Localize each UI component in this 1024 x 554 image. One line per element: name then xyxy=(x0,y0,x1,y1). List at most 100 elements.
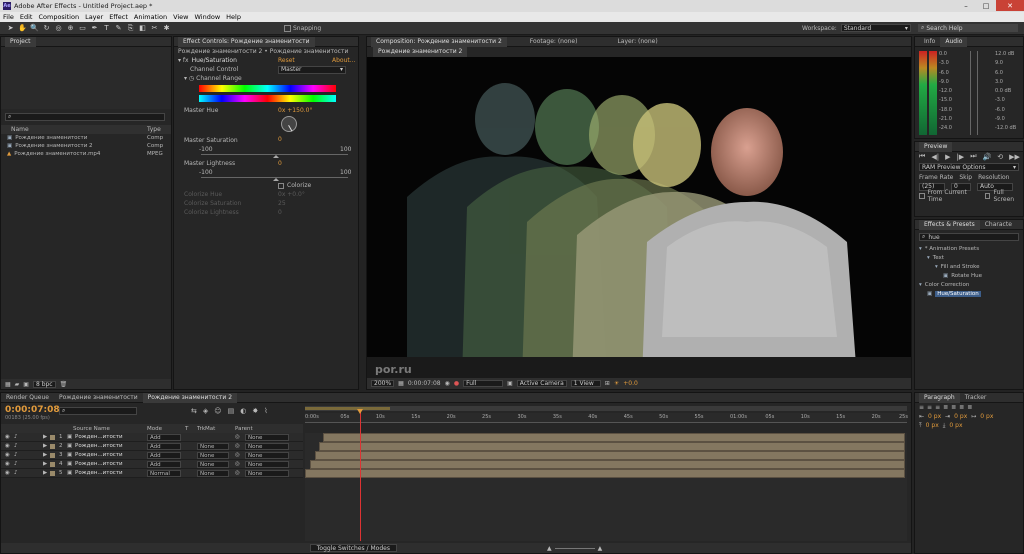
safe-zones-icon[interactable]: ▦ xyxy=(398,380,404,387)
expand-arrow-icon[interactable]: ▶ xyxy=(43,461,47,467)
graph-editor-icon[interactable]: ⌇ xyxy=(264,407,267,415)
stopwatch-icon[interactable]: ▾ ◷ xyxy=(184,75,194,82)
label-color-swatch[interactable] xyxy=(50,435,55,440)
rectangle-tool-icon[interactable]: ▭ xyxy=(78,24,87,33)
audio-toggle-icon[interactable]: ♪ xyxy=(14,470,18,476)
workspace-select[interactable]: Standard ▾ xyxy=(840,24,911,32)
grid-icon[interactable]: ⊞ xyxy=(605,380,610,387)
project-search-input[interactable]: ⌕ xyxy=(5,113,165,121)
layer-duration-bar[interactable] xyxy=(309,460,905,469)
menu-animation[interactable]: Animation xyxy=(134,13,167,21)
audio-preview-icon[interactable]: 🔊 xyxy=(983,153,992,161)
fx-icon[interactable]: ▾ fx xyxy=(178,57,189,64)
brainstorm-icon[interactable]: ✸ xyxy=(252,407,258,415)
visibility-eye-icon[interactable]: ◉ xyxy=(5,434,10,440)
layer-parent-select[interactable]: None xyxy=(245,434,289,441)
motion-blur-icon[interactable]: ◐ xyxy=(240,407,246,415)
zoom-in-icon[interactable]: ▲ xyxy=(598,545,603,552)
menu-edit[interactable]: Edit xyxy=(20,13,33,21)
col-parent[interactable]: Parent xyxy=(235,426,253,432)
frame-blending-icon[interactable]: ▤ xyxy=(228,407,235,415)
master-saturation-slider[interactable] xyxy=(201,154,348,158)
reset-link[interactable]: Reset xyxy=(278,57,295,64)
tab-effect-controls[interactable]: Effect Controls: Рождение знаменитости xyxy=(178,36,315,47)
audio-slider-right[interactable] xyxy=(977,51,978,135)
tab-timeline-comp1[interactable]: Рождение знаменитости xyxy=(54,393,143,403)
layer-mode-select[interactable]: Add xyxy=(147,434,181,441)
tab-timeline-comp2[interactable]: Рождение знаменитости 2 xyxy=(142,392,238,403)
comp-mini-flowchart-icon[interactable]: ⇆ xyxy=(191,407,197,415)
master-lightness-slider[interactable] xyxy=(201,177,348,181)
audio-toggle-icon[interactable]: ♪ xyxy=(14,434,18,440)
new-comp-icon[interactable]: ▣ xyxy=(23,381,29,388)
justify-center-icon[interactable]: ≣ xyxy=(951,404,956,411)
view-layout-select[interactable]: 1 View xyxy=(570,380,601,387)
ram-preview-options-select[interactable]: RAM Preview Options ▾ xyxy=(919,163,1019,171)
magnification-select[interactable]: 200% xyxy=(371,380,395,387)
composition-viewer[interactable]: por.ru xyxy=(367,57,911,379)
clone-tool-icon[interactable]: ⎘ xyxy=(126,24,135,33)
layer-duration-bar[interactable] xyxy=(319,442,905,451)
layer-trkmat-select[interactable]: None xyxy=(197,443,229,450)
tab-footage[interactable]: Footage: (none) xyxy=(525,37,583,47)
selection-tool-icon[interactable]: ➤ xyxy=(6,24,15,33)
layer-trkmat-select[interactable] xyxy=(197,434,229,441)
label-color-swatch[interactable] xyxy=(50,471,55,476)
tab-tracker[interactable]: Tracker xyxy=(960,393,992,403)
menu-file[interactable]: File xyxy=(3,13,14,21)
justify-right-icon[interactable]: ≣ xyxy=(959,404,964,411)
visibility-eye-icon[interactable]: ◉ xyxy=(5,461,10,467)
menu-help[interactable]: Help xyxy=(226,13,241,21)
trash-icon[interactable]: 🗑 xyxy=(60,381,68,388)
col-mode[interactable]: Mode xyxy=(147,426,162,432)
bpc-button[interactable]: 8 bpc xyxy=(32,380,56,388)
layer-mode-select[interactable]: Add xyxy=(147,443,181,450)
prev-frame-icon[interactable]: ◀| xyxy=(931,153,939,161)
channel-icon[interactable]: ● xyxy=(454,380,459,387)
tab-info[interactable]: Info xyxy=(919,37,940,47)
channel-control-select[interactable]: Master ▾ xyxy=(278,65,346,74)
search-help-input[interactable]: ⌕ Search Help xyxy=(918,24,1018,32)
layer-mode-select[interactable]: Normal xyxy=(147,470,181,477)
parent-pickwhip-icon[interactable]: ◎ xyxy=(235,443,240,449)
layer-parent-select[interactable]: None xyxy=(245,461,289,468)
label-color-swatch[interactable] xyxy=(50,453,55,458)
colorize-checkbox[interactable] xyxy=(278,182,284,189)
layer-parent-select[interactable]: None xyxy=(245,470,289,477)
zoom-tool-icon[interactable]: 🔍 xyxy=(30,24,39,33)
pen-tool-icon[interactable]: ✒ xyxy=(90,24,99,33)
layer-mode-select[interactable]: Add xyxy=(147,461,181,468)
layer-row[interactable]: ◉ ♪ ▶ 3 ▣ Рожден...итости Add None ◎ None xyxy=(1,451,303,460)
eraser-tool-icon[interactable]: ◧ xyxy=(138,24,147,33)
effects-tree-item[interactable]: ▾ * Animation Presets xyxy=(915,244,1023,253)
effects-tree-item[interactable]: ▾ Text xyxy=(915,253,1023,262)
layer-parent-select[interactable]: None xyxy=(245,452,289,459)
tab-layer[interactable]: Layer: (none) xyxy=(612,37,662,47)
snapshot-icon[interactable]: ◉ xyxy=(445,380,450,387)
close-button[interactable]: ✕ xyxy=(996,0,1024,11)
expand-arrow-icon[interactable]: ▶ xyxy=(43,452,47,458)
col-source-name[interactable]: Source Name xyxy=(73,426,110,432)
expand-arrow-icon[interactable]: ▶ xyxy=(43,434,47,440)
expand-arrow-icon[interactable]: ▶ xyxy=(43,443,47,449)
parent-pickwhip-icon[interactable]: ◎ xyxy=(235,470,240,476)
full-screen-checkbox[interactable] xyxy=(984,192,991,199)
layer-row[interactable]: ◉ ♪ ▶ 5 ▣ Рожден...итости Normal None ◎ None xyxy=(1,469,303,478)
play-icon[interactable]: ▶ xyxy=(945,153,950,161)
menu-composition[interactable]: Composition xyxy=(38,13,79,21)
tab-preview[interactable]: Preview xyxy=(919,141,953,152)
timecode-display[interactable]: 0:00:07:08 xyxy=(408,380,441,387)
comp-subtab[interactable]: Рождение знаменитости 2 xyxy=(373,46,468,57)
align-center-icon[interactable]: ≡ xyxy=(927,404,932,411)
pan-behind-tool-icon[interactable]: ⊕ xyxy=(66,24,75,33)
audio-toggle-icon[interactable]: ♪ xyxy=(14,443,18,449)
layer-trkmat-select[interactable]: None xyxy=(197,470,229,477)
minimize-button[interactable]: – xyxy=(956,0,976,11)
indent-right-value[interactable]: 0 px xyxy=(954,413,967,420)
new-folder-icon[interactable]: ▰ xyxy=(15,381,20,388)
effects-search-input[interactable]: ⌕ hue xyxy=(919,233,1019,241)
next-frame-icon[interactable]: |▶ xyxy=(956,153,964,161)
exposure-value[interactable]: +0.0 xyxy=(623,380,638,387)
menu-window[interactable]: Window xyxy=(195,13,221,21)
layer-trkmat-select[interactable]: None xyxy=(197,461,229,468)
